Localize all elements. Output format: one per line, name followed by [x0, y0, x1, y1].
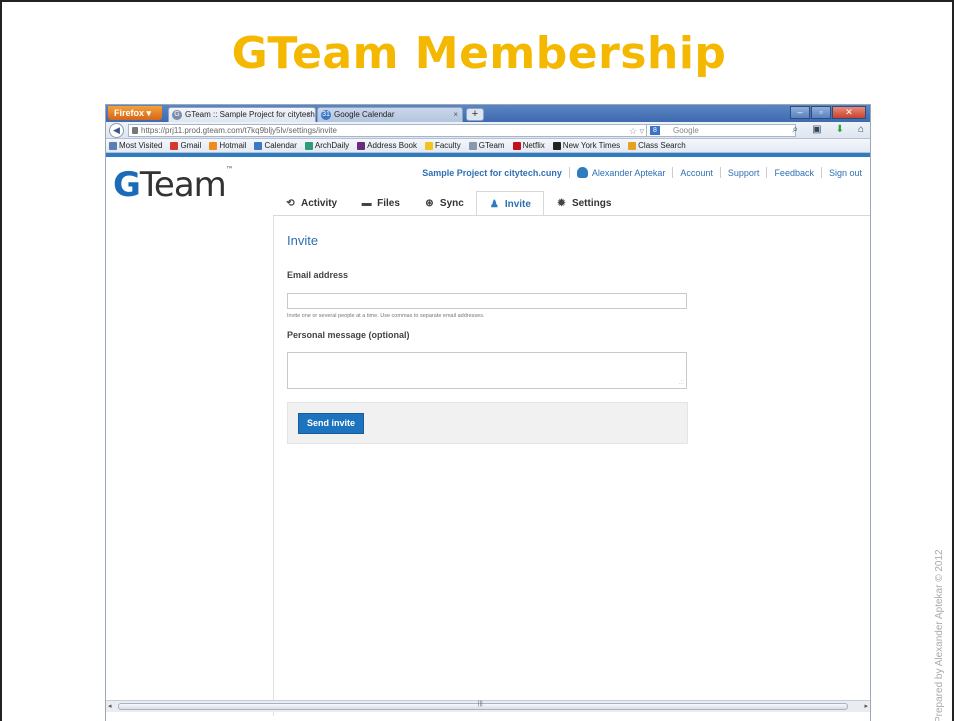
bookmark-faculty[interactable]: Faculty: [424, 141, 461, 150]
send-invite-button[interactable]: Send invite: [298, 413, 365, 434]
sync-icon: ⊛: [425, 198, 434, 209]
bookmark-favicon-icon: [209, 141, 218, 150]
tab-files[interactable]: ▬ Files: [349, 191, 412, 216]
bookmark-favicon-icon: [109, 141, 117, 150]
tab-settings[interactable]: ✹ Settings: [544, 191, 623, 216]
invite-heading: Invite: [287, 233, 319, 248]
main-tabs: ⟲ Activity ▬ Files ⊛ Sync ♟ Invite ✹ Set…: [273, 191, 623, 216]
nav-toolbar: ⌕ ▣ ⬇ ⌂: [793, 124, 865, 135]
lock-icon: [132, 127, 138, 134]
bookmark-netflix[interactable]: Netflix: [512, 141, 545, 150]
home-icon[interactable]: ⌂: [858, 124, 864, 135]
window-controls: – ▫ ✕: [790, 106, 866, 119]
send-panel: Send invite: [287, 402, 688, 444]
slide-credit: Prepared by Alexander Aptekar © 2012: [934, 549, 945, 721]
bookmarks-bar: Most Visited Gmail Hotmail Calendar ArchDail…: [106, 139, 870, 153]
tab-label: GTeam :: Sample Project for citytech....: [185, 110, 316, 119]
bookmark-favicon-icon: [170, 141, 179, 150]
scrollbar-thumb[interactable]: [118, 703, 848, 710]
resize-grip-icon[interactable]: .::: [679, 380, 684, 386]
gear-icon: ✹: [557, 198, 566, 209]
history-icon: ⟲: [286, 198, 295, 209]
top-navigation: Sample Project for citytech.cuny Alexand…: [422, 167, 862, 178]
sign-out-link[interactable]: Sign out: [829, 168, 862, 178]
download-arrow-icon[interactable]: ⬇: [836, 124, 844, 135]
search-bar[interactable]: 8 Google: [646, 124, 796, 137]
tab-label: Google Calendar: [334, 110, 395, 119]
project-link[interactable]: Sample Project for citytech.cuny: [422, 168, 562, 178]
bookmark-favicon-icon: [254, 141, 263, 150]
gteam-logo[interactable]: GTeam™: [113, 165, 234, 205]
bookmark-gmail[interactable]: Gmail: [170, 141, 201, 150]
new-tab-button[interactable]: +: [466, 108, 484, 121]
sidebar-divider: [273, 216, 274, 716]
bookmark-archdaily[interactable]: ArchDaily: [304, 141, 349, 150]
user-add-icon: ♟: [489, 199, 499, 210]
bookmark-favicon-icon: [304, 141, 313, 150]
bookmark-most-visited[interactable]: Most Visited: [109, 141, 162, 150]
account-link[interactable]: Account: [680, 168, 713, 178]
bookmark-favicon-icon: [628, 141, 637, 150]
bookmark-favicon-icon: [552, 141, 561, 150]
slide: GTeam Membership Prepared by Alexander A…: [0, 0, 954, 721]
slide-title: GTeam Membership: [231, 28, 727, 79]
email-hint: Invite one or several people at a time. …: [287, 313, 485, 319]
firefox-menu-button[interactable]: Firefox ▾: [108, 106, 162, 120]
search-icon[interactable]: ⌕: [793, 124, 799, 135]
bookmark-hotmail[interactable]: Hotmail: [209, 141, 246, 150]
user-icon: [576, 167, 588, 178]
url-text: https://prj11.prod.gteam.com/t7kq9bljy5l…: [141, 126, 337, 135]
close-window-icon[interactable]: ✕: [832, 106, 866, 119]
bookmark-class-search[interactable]: Class Search: [628, 141, 686, 150]
horizontal-scrollbar[interactable]: ◂ ||| ▸: [106, 700, 870, 712]
tab-invite[interactable]: ♟ Invite: [475, 191, 544, 216]
minimize-icon[interactable]: –: [790, 106, 810, 119]
folder-icon: ▬: [361, 198, 372, 209]
scroll-right-icon[interactable]: ▸: [864, 702, 868, 710]
bookmark-new-york-times[interactable]: New York Times: [552, 141, 620, 150]
scroll-grip-icon: |||: [478, 701, 483, 707]
back-arrow-icon[interactable]: ◀: [109, 123, 124, 138]
close-tab-icon[interactable]: ×: [453, 108, 458, 121]
bookmark-favicon-icon: [424, 141, 433, 150]
browser-titlebar: Firefox ▾ G GTeam :: Sample Project for …: [106, 105, 870, 122]
email-label: Email address: [287, 270, 349, 280]
user-link[interactable]: Alexander Aptekar: [592, 168, 666, 178]
bookmark-gteam[interactable]: GTeam: [468, 141, 505, 150]
gteam-favicon-icon: G: [172, 110, 182, 120]
browser-screenshot: Firefox ▾ G GTeam :: Sample Project for …: [105, 104, 871, 721]
gteam-app: GTeam™ Sample Project for citytech.cuny …: [106, 157, 870, 716]
scroll-left-icon[interactable]: ◂: [108, 702, 112, 710]
browser-tab-gteam[interactable]: G GTeam :: Sample Project for citytech..…: [168, 107, 316, 122]
bookmark-favicon-icon: [357, 141, 366, 150]
tab-sync[interactable]: ⊛ Sync: [412, 191, 476, 216]
invite-form: Invite Email address Invite one or sever…: [287, 233, 689, 444]
message-label: Personal message (optional): [287, 330, 410, 340]
bookmark-favicon-icon: [512, 141, 521, 150]
close-tab-icon[interactable]: ×: [306, 108, 311, 121]
browser-navbar: ◀ https://prj11.prod.gteam.com/t7kq9bljy…: [106, 122, 870, 139]
tab-activity[interactable]: ⟲ Activity: [273, 191, 349, 216]
support-link[interactable]: Support: [728, 168, 760, 178]
feedback-link[interactable]: Feedback: [774, 168, 814, 178]
bookmark-favicon-icon: [468, 141, 477, 150]
calendar-favicon-icon: 31: [321, 110, 331, 120]
google-search-engine-icon[interactable]: 8: [650, 126, 660, 135]
email-field[interactable]: [287, 293, 687, 309]
screen-icon[interactable]: ▣: [812, 124, 821, 135]
bookmark-address-book[interactable]: Address Book: [357, 141, 417, 150]
bookmark-calendar[interactable]: Calendar: [254, 141, 297, 150]
personal-message-field[interactable]: [287, 352, 687, 389]
restore-icon[interactable]: ▫: [811, 106, 831, 119]
browser-tab-calendar[interactable]: 31 Google Calendar ×: [317, 107, 463, 122]
